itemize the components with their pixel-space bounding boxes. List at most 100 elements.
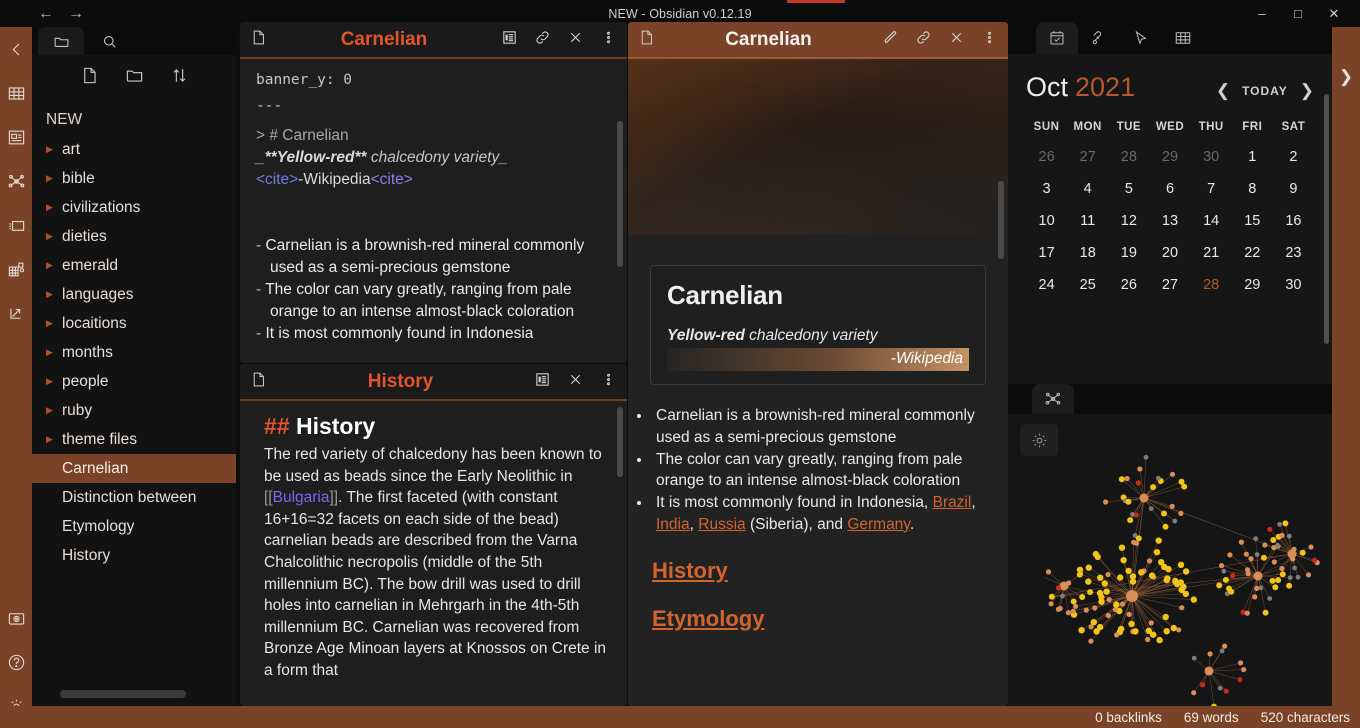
calendar-year[interactable]: 2021 [1075,72,1135,103]
camera-icon[interactable] [0,596,32,640]
calendar-day-27[interactable]: 27 [1149,277,1190,293]
editor-vertical-scrollbar[interactable] [617,121,623,267]
calendar-day-12[interactable]: 12 [1108,213,1149,229]
chevron-right-icon[interactable]: ▶ [46,348,62,357]
close-icon[interactable] [567,29,584,51]
wikilink-bulgaria[interactable]: Bulgaria [273,489,330,506]
calendar-day-9[interactable]: 9 [1273,181,1314,197]
calendar-day-28[interactable]: 28 [1191,277,1232,293]
calendar-day-30[interactable]: 30 [1273,277,1314,293]
graph-canvas[interactable] [1008,414,1332,706]
history-source-text[interactable]: ## History The red variety of chalcedony… [240,401,627,706]
link-icon[interactable] [534,29,551,51]
calendar-day-22[interactable]: 22 [1232,245,1273,261]
question-circle-icon[interactable] [0,640,32,684]
chevron-right-icon[interactable]: ▶ [46,203,62,212]
sidebar-folder-ruby[interactable]: ▶ ruby [32,396,236,425]
chevron-right-icon[interactable]: ▶ [46,435,62,444]
calendar-day-19[interactable]: 19 [1108,245,1149,261]
sidebar-file-Distinction-between[interactable]: Distinction between [32,483,236,512]
calendar-day-16[interactable]: 16 [1273,213,1314,229]
sidebar-folder-dieties[interactable]: ▶ dieties [32,222,236,251]
sidebar-file-History[interactable]: History [32,541,236,570]
calendar-day-24[interactable]: 24 [1026,277,1067,293]
chevron-right-icon[interactable]: ▶ [46,319,62,328]
vertical-dots-icon[interactable] [600,371,617,393]
chevron-right-icon[interactable]: ❯ [1300,81,1314,101]
calendar-day-11[interactable]: 11 [1067,213,1108,229]
expand-right-sidebar-button[interactable]: ❯ [1332,27,1360,728]
internal-link-russia[interactable]: Russia [698,516,745,533]
calendar-day-25[interactable]: 25 [1067,277,1108,293]
today-button[interactable]: TODAY [1242,84,1288,98]
internal-link-india[interactable]: India [656,516,690,533]
chevron-right-icon[interactable]: ▶ [46,261,62,270]
tab-table[interactable] [1162,22,1204,54]
blocks-grid-icon[interactable] [0,247,32,291]
tab-cursor[interactable] [1120,22,1162,54]
preview-heading-etymology[interactable]: Etymology [652,606,1008,632]
calendar-day-27[interactable]: 27 [1067,149,1108,165]
calendar-day-15[interactable]: 15 [1232,213,1273,229]
calendar-day-21[interactable]: 21 [1191,245,1232,261]
preview-content[interactable]: Carnelian Yellow-red chalcedony variety … [628,59,1008,706]
sidebar-folder-art[interactable]: ▶ art [32,135,236,164]
calendar-day-2[interactable]: 2 [1273,149,1314,165]
card-panel-icon[interactable] [0,115,32,159]
calendar-day-13[interactable]: 13 [1149,213,1190,229]
calendar-month[interactable]: Oct [1026,72,1068,103]
calendar-day-4[interactable]: 4 [1067,181,1108,197]
sort-arrows-icon[interactable] [170,66,189,90]
calendar-day-29[interactable]: 29 [1232,277,1273,293]
chevron-right-icon[interactable]: ▶ [46,232,62,241]
internal-link-germany[interactable]: Germany [847,516,910,533]
cards-stack-icon[interactable] [0,203,32,247]
chevron-left-icon[interactable]: ❮ [1216,81,1230,101]
sidebar-folder-emerald[interactable]: ▶ emerald [32,251,236,280]
chevron-right-icon[interactable]: ▶ [46,145,62,154]
editor-source-text[interactable]: banner_y: 0 --- > # Carnelian _**Yellow-… [240,59,627,363]
status-characters[interactable]: 520 characters [1261,710,1350,725]
calendar-day-6[interactable]: 6 [1149,181,1190,197]
calendar-day-30[interactable]: 30 [1191,149,1232,165]
link-icon[interactable] [915,29,932,51]
vertical-dots-icon[interactable] [981,29,998,51]
search-icon[interactable] [86,27,132,55]
internal-link-brazil[interactable]: Brazil [933,494,972,511]
calendar-day-14[interactable]: 14 [1191,213,1232,229]
chevron-right-icon[interactable]: ▶ [46,377,62,386]
new-file-icon[interactable] [80,66,99,90]
calendar-day-5[interactable]: 5 [1108,181,1149,197]
preview-heading-history[interactable]: History [652,558,1008,584]
graph-nodes-icon[interactable] [0,159,32,203]
sidebar-folder-civilizations[interactable]: ▶ civilizations [32,193,236,222]
calendar-day-28[interactable]: 28 [1108,149,1149,165]
chevron-right-icon[interactable]: ▶ [46,406,62,415]
expand-arrow-icon[interactable] [0,291,32,335]
reading-view-icon[interactable] [501,29,518,51]
status-backlinks[interactable]: 0 backlinks [1095,710,1162,725]
calendar-day-8[interactable]: 8 [1232,181,1273,197]
calendar-day-3[interactable]: 3 [1026,181,1067,197]
chevron-right-icon[interactable]: ▶ [46,174,62,183]
reading-view-icon[interactable] [534,371,551,393]
calendar-day-26[interactable]: 26 [1108,277,1149,293]
calendar-day-29[interactable]: 29 [1149,149,1190,165]
sidebar-folder-months[interactable]: ▶ months [32,338,236,367]
sidebar-folder-theme-files[interactable]: ▶ theme files [32,425,236,454]
new-folder-icon[interactable] [125,66,144,90]
close-icon[interactable] [567,371,584,393]
calendar-day-17[interactable]: 17 [1026,245,1067,261]
sidebar-folder-people[interactable]: ▶ people [32,367,236,396]
pencil-icon[interactable] [882,29,899,51]
tab-tags[interactable] [1078,22,1120,54]
preview-vertical-scrollbar[interactable] [998,181,1004,259]
sidebar-item-files[interactable] [38,27,84,55]
chevron-right-icon[interactable]: ▶ [46,290,62,299]
tab-calendar[interactable] [1036,22,1078,54]
close-icon[interactable] [948,29,965,51]
calendar-day-23[interactable]: 23 [1273,245,1314,261]
sidebar-folder-bible[interactable]: ▶ bible [32,164,236,193]
calendar-day-10[interactable]: 10 [1026,213,1067,229]
sidebar-folder-locaitions[interactable]: ▶ locaitions [32,309,236,338]
